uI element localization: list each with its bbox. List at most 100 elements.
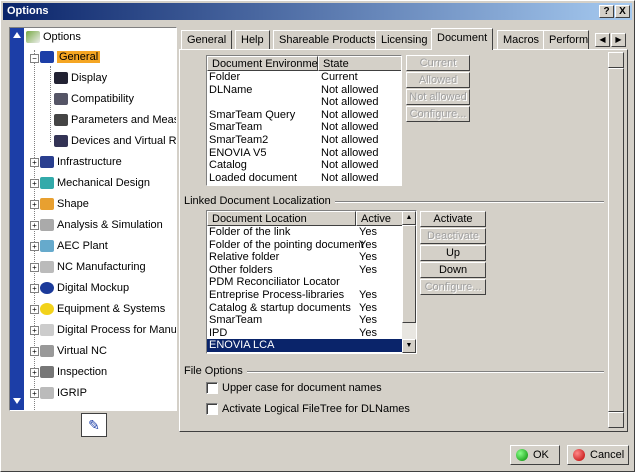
tab-licensing[interactable]: Licensing xyxy=(375,30,434,50)
cancel-button[interactable]: Cancel xyxy=(567,445,629,465)
scroll-down-button[interactable] xyxy=(608,412,624,428)
document-tab-panel: Document Environment State Folder Current… xyxy=(179,49,628,432)
table-row[interactable]: Entreprise Process-libraries Yes xyxy=(207,289,403,302)
expand-icon[interactable]: + xyxy=(30,305,39,314)
tab-shareable-products[interactable]: Shareable Products xyxy=(273,30,382,50)
tree-item-nc-manufacturing[interactable]: NC Manufacturing xyxy=(40,258,146,276)
scroll-down-icon[interactable] xyxy=(13,398,21,404)
tree-item-mechanical-design[interactable]: Mechanical Design xyxy=(40,174,150,192)
expand-icon[interactable]: + xyxy=(30,200,39,209)
table-row[interactable]: ENOVIA LCA xyxy=(207,339,403,352)
context-help-button[interactable]: ✎ xyxy=(81,413,107,437)
tab-general[interactable]: General xyxy=(181,30,233,50)
linked-location-list[interactable]: Document Location Active Folder of the l… xyxy=(206,210,417,354)
ok-button[interactable]: OK xyxy=(510,445,560,465)
expand-icon[interactable]: + xyxy=(30,242,39,251)
up-button[interactable]: Up xyxy=(420,245,486,261)
expand-icon[interactable]: + xyxy=(30,326,39,335)
tree-item-digital-mockup[interactable]: Digital Mockup xyxy=(40,279,129,297)
expand-icon[interactable]: + xyxy=(30,263,39,272)
options-tree[interactable]: Options − General Display Compatibility … xyxy=(9,27,177,411)
window-title: Options xyxy=(7,5,49,17)
list-item[interactable]: SmarTeam2 Not allowed xyxy=(207,134,401,147)
list-item[interactable]: Not allowed xyxy=(207,96,401,109)
tab-document[interactable]: Document xyxy=(431,28,494,50)
table-row[interactable]: PDM Reconciliator Locator xyxy=(207,276,403,289)
expand-icon[interactable]: + xyxy=(30,389,39,398)
list-scroll-up-icon[interactable]: ▲ xyxy=(402,211,416,225)
tree-item-shape[interactable]: Shape xyxy=(40,195,89,213)
expand-icon[interactable]: + xyxy=(30,284,39,293)
col-document-environment[interactable]: Document Environment xyxy=(207,56,327,71)
expand-icon[interactable]: + xyxy=(30,368,39,377)
help-title-button[interactable]: ? xyxy=(599,5,614,18)
tree-item-equipment[interactable]: Equipment & Systems xyxy=(40,300,165,318)
list-item[interactable]: ENOVIA V5 Not allowed xyxy=(207,147,401,160)
tree-item-virtual-nc[interactable]: Virtual NC xyxy=(40,342,107,360)
deactivate-button[interactable]: Deactivate xyxy=(420,228,486,244)
tree-item-igrip[interactable]: IGRIP xyxy=(40,384,87,402)
table-row[interactable]: Folder of the link Yes xyxy=(207,226,403,239)
close-button[interactable]: X xyxy=(615,5,630,18)
digital-process-icon xyxy=(40,324,54,337)
tab-macros[interactable]: Macros xyxy=(497,30,546,50)
list-item[interactable]: SmarTeam Query Not allowed xyxy=(207,109,401,122)
scroll-up-button[interactable] xyxy=(608,52,624,68)
upper-case-checkbox[interactable] xyxy=(206,382,218,394)
down-button[interactable]: Down xyxy=(420,262,486,278)
expand-icon[interactable]: + xyxy=(30,179,39,188)
table-row[interactable]: Folder of the pointing document Yes xyxy=(207,239,403,252)
configure-env-button[interactable]: Configure... xyxy=(406,106,470,122)
list-scroll-down-icon[interactable]: ▼ xyxy=(402,339,416,353)
scroll-thumb[interactable] xyxy=(608,68,624,412)
tree-item-analysis[interactable]: Analysis & Simulation xyxy=(40,216,163,234)
list-item[interactable]: Loaded document Not allowed xyxy=(207,172,401,185)
expand-icon[interactable]: + xyxy=(30,158,39,167)
list-item[interactable]: Folder Current xyxy=(207,71,401,84)
expand-icon[interactable]: + xyxy=(30,221,39,230)
allowed-button[interactable]: Allowed xyxy=(406,72,470,88)
location-name: Relative folder xyxy=(209,251,280,264)
tab-performance[interactable]: Performa xyxy=(543,30,589,50)
configure-location-button[interactable]: Configure... xyxy=(420,279,486,295)
location-name: ENOVIA LCA xyxy=(209,339,275,352)
list-item[interactable]: DLName Not allowed xyxy=(207,84,401,97)
tree-item-compatibility[interactable]: Compatibility xyxy=(54,90,134,108)
linked-list-scrollbar[interactable]: ▲ ▼ xyxy=(402,211,416,353)
activate-button[interactable]: Activate xyxy=(420,211,486,227)
list-scroll-thumb[interactable] xyxy=(402,225,416,323)
document-environment-list[interactable]: Document Environment State Folder Current… xyxy=(206,55,402,186)
list-item[interactable]: Catalog Not allowed xyxy=(207,159,401,172)
expand-icon[interactable]: + xyxy=(30,347,39,356)
col-document-location[interactable]: Document Location xyxy=(207,211,356,226)
list-item[interactable]: SmarTeam Not allowed xyxy=(207,121,401,134)
tree-item-general[interactable]: General xyxy=(40,48,101,66)
table-row[interactable]: SmarTeam Yes xyxy=(207,314,403,327)
tab-help[interactable]: Help xyxy=(235,30,270,50)
collapse-icon[interactable]: − xyxy=(30,54,39,63)
nc-manufacturing-icon xyxy=(40,261,54,274)
tree-item-inspection[interactable]: Inspection xyxy=(40,363,107,381)
col-state[interactable]: State xyxy=(318,56,401,71)
tab-scroll-left-icon[interactable]: ◀ xyxy=(595,33,610,47)
linked-group-label: Linked Document Localization xyxy=(184,195,335,207)
table-row[interactable]: Relative folder Yes xyxy=(207,251,403,264)
tree-item-display[interactable]: Display xyxy=(54,69,107,87)
tree-item-devices[interactable]: Devices and Virtual Reali xyxy=(54,132,176,150)
tree-scrollbar[interactable] xyxy=(10,28,24,410)
tree-item-options[interactable]: Options xyxy=(26,28,81,46)
scroll-up-icon[interactable] xyxy=(13,32,21,38)
tree-item-aec-plant[interactable]: AEC Plant xyxy=(40,237,108,255)
current-button[interactable]: Current xyxy=(406,55,470,71)
tree-item-parameters[interactable]: Parameters and Measure xyxy=(54,111,176,129)
tree-item-infrastructure[interactable]: Infrastructure xyxy=(40,153,122,171)
logical-filetree-checkbox[interactable] xyxy=(206,403,218,415)
not-allowed-button[interactable]: Not allowed xyxy=(406,89,470,105)
tree-item-digital-process[interactable]: Digital Process for Manufac xyxy=(40,321,176,339)
table-row[interactable]: Other folders Yes xyxy=(207,264,403,277)
table-row[interactable]: IPD Yes xyxy=(207,327,403,340)
tab-scroll-right-icon[interactable]: ▶ xyxy=(611,33,626,47)
panel-scrollbar[interactable] xyxy=(608,52,624,428)
table-row[interactable]: Catalog & startup documents Yes xyxy=(207,302,403,315)
col-active[interactable]: Active xyxy=(356,211,403,226)
